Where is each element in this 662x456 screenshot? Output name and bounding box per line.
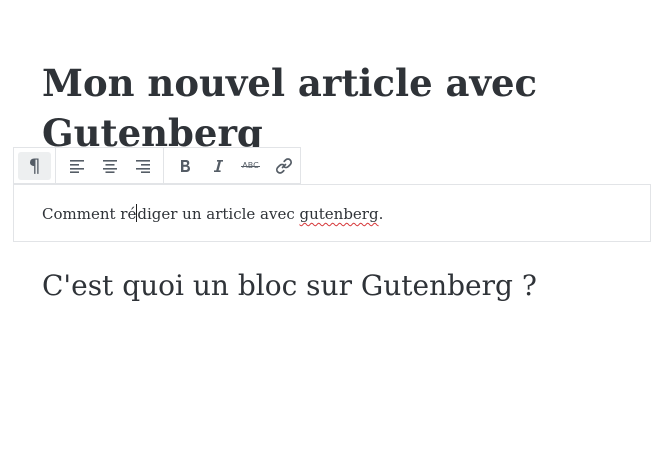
link-button[interactable] xyxy=(267,152,300,180)
align-right-button[interactable] xyxy=(126,152,159,180)
paragraph-block[interactable]: Comment rédiger un article avec gutenber… xyxy=(13,184,651,242)
align-center-button[interactable] xyxy=(93,152,126,180)
block-toolbar: ¶ ABC xyxy=(13,147,301,184)
paragraph-text[interactable]: Comment rédiger un article avec gutenber… xyxy=(42,204,383,224)
paragraph-block-button[interactable]: ¶ xyxy=(18,151,51,180)
bold-button[interactable] xyxy=(168,152,201,180)
align-right-icon xyxy=(135,159,150,173)
align-center-icon xyxy=(102,159,117,173)
align-left-icon xyxy=(69,159,84,173)
heading-block[interactable]: C'est quoi un bloc sur Gutenberg ? xyxy=(42,266,537,306)
italic-button[interactable] xyxy=(201,152,234,180)
align-left-button[interactable] xyxy=(60,152,93,180)
misspelled-word[interactable]: gutenberg xyxy=(300,205,379,223)
paragraph-text-end: . xyxy=(378,205,384,223)
link-icon xyxy=(275,157,292,174)
paragraph-text-after-caret: diger un article avec xyxy=(137,205,300,223)
post-title[interactable]: Mon nouvel article avec Gutenberg xyxy=(42,58,622,158)
paragraph-text-before-caret: Comment ré xyxy=(42,205,137,223)
bold-icon xyxy=(180,159,190,172)
strikethrough-button[interactable]: ABC xyxy=(234,152,267,180)
italic-icon xyxy=(213,159,223,172)
strikethrough-icon: ABC xyxy=(241,161,260,170)
alignment-group xyxy=(55,148,163,183)
block-type-group: ¶ xyxy=(14,148,55,183)
paragraph-icon: ¶ xyxy=(28,154,41,177)
formatting-group: ABC xyxy=(163,148,304,183)
